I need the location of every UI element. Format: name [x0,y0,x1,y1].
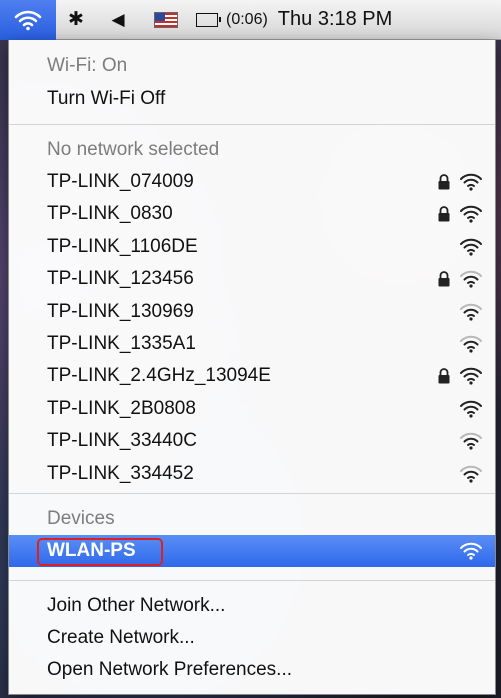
devices-label: Devices [47,508,115,529]
join-other-network-item[interactable]: Join Other Network... [9,590,495,622]
network-item[interactable]: TP-LINK_0830 [9,198,495,230]
device-item-wlan-ps[interactable]: WLAN-PS [9,535,495,567]
bluetooth-icon[interactable]: ✱ [56,0,96,40]
network-name: TP-LINK_123456 [47,268,194,290]
menu-separator [9,124,495,125]
device-icons [459,535,483,567]
network-item[interactable]: TP-LINK_1335A1 [9,328,495,360]
wifi-dropdown-menu: Wi-Fi: On Turn Wi-Fi Off No network sele… [8,40,496,695]
menu-separator [9,580,495,581]
wifi-signal-icon [460,542,482,560]
wifi-signal-icon [460,206,482,223]
no-network-label: No network selected [47,139,220,160]
open-network-preferences-item[interactable]: Open Network Preferences... [9,654,495,686]
wifi-signal-icon [460,465,482,483]
wifi-signal-icon [460,303,482,321]
lock-icon [438,271,450,287]
network-name: TP-LINK_1335A1 [47,333,196,354]
network-item[interactable]: TP-LINK_1106DE [9,231,495,263]
network-name: TP-LINK_33440C [47,430,197,452]
network-name: TP-LINK_074009 [47,171,194,192]
create-network-item[interactable]: Create Network... [9,622,495,654]
network-name: TP-LINK_1106DE [47,235,198,257]
battery-icon[interactable] [192,0,222,40]
network-item[interactable]: TP-LINK_2.4GHz_13094E [9,360,495,392]
menu-separator [9,493,495,494]
turn-wifi-off-item[interactable]: Turn Wi-Fi Off [9,83,495,115]
network-name: TP-LINK_2.4GHz_13094E [47,365,271,387]
lock-icon [438,206,450,222]
network-icons [437,263,483,295]
network-name: TP-LINK_0830 [47,203,173,225]
wifi-signal-icon [460,238,482,256]
wifi-signal-icon [460,335,482,353]
wifi-signal-icon [460,400,482,418]
network-icons [459,231,483,263]
network-item[interactable]: TP-LINK_334452 [9,458,495,490]
network-icons [437,166,483,198]
network-icons [459,393,483,425]
network-icons [459,458,483,490]
wifi-signal-icon [460,432,482,450]
network-icons [437,360,483,392]
network-item[interactable]: TP-LINK_33440C [9,425,495,457]
wifi-signal-icon [460,368,482,385]
network-item[interactable]: TP-LINK_074009 [9,166,495,198]
red-highlight-box [37,538,163,566]
network-icons [459,328,483,360]
network-name: TP-LINK_334452 [47,462,194,484]
wifi-signal-icon [460,270,482,288]
lock-icon [438,174,450,190]
lock-icon [438,368,450,384]
menubar-wifi-button[interactable] [0,0,56,40]
network-item[interactable]: TP-LINK_2B0808 [9,393,495,425]
volume-icon[interactable]: ◀ [96,0,140,40]
network-icons [459,296,483,328]
wifi-icon [14,10,42,30]
network-name: TP-LINK_2B0808 [47,397,196,419]
wifi-status: Wi-Fi: On [47,55,128,76]
network-item[interactable]: TP-LINK_130969 [9,296,495,328]
network-item[interactable]: TP-LINK_123456 [9,263,495,295]
battery-time: (0:06) [226,10,268,28]
network-name: TP-LINK_130969 [47,300,194,322]
menu-bar: ✱ ◀ (0:06) Thu 3:18 PM [0,0,501,40]
network-icons [459,425,483,457]
wifi-signal-icon [460,173,482,191]
network-icons [437,198,483,230]
us-flag-icon[interactable] [140,0,192,40]
menubar-clock[interactable]: Thu 3:18 PM [278,8,393,31]
